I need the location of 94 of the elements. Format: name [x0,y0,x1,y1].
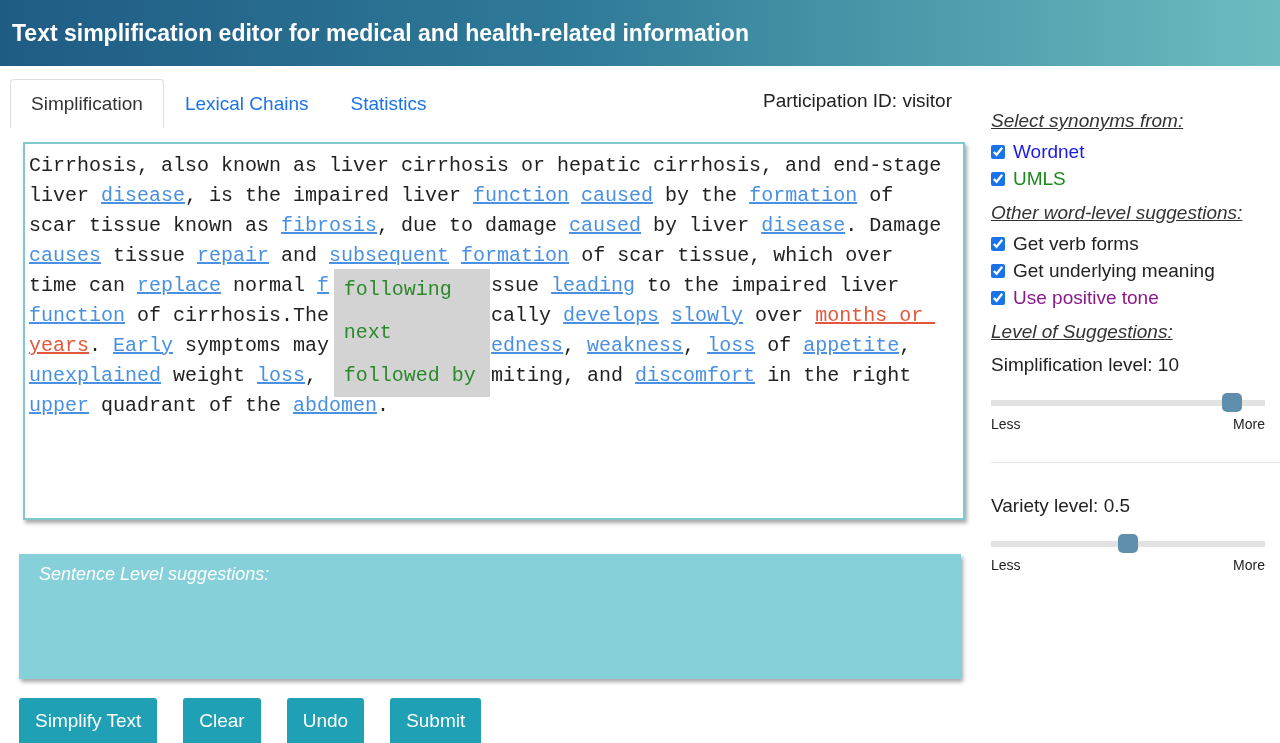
editor-text: . [377,393,390,419]
action-button[interactable]: Clear [183,698,261,743]
editor-text: of scar tissue, which over [580,243,894,269]
suggested-word[interactable]: develops [563,301,660,331]
sentence-suggestions-field[interactable]: Sentence Level suggestions: [19,554,961,679]
app-title: Text simplification editor for medical and health-related information [12,19,749,47]
action-button[interactable]: Simplify Text [19,698,158,743]
editor-text: miting, and [491,363,625,389]
editor-text: . Damage [845,213,942,239]
editor-text: weight [172,363,247,389]
editor-text: over [754,303,805,329]
tab[interactable]: Simplification [10,79,164,128]
suggestion-option[interactable]: next [343,318,480,348]
suggestion-option[interactable]: followed by [343,361,480,391]
suggested-word[interactable]: leading [551,271,636,301]
suggested-word[interactable]: slowly [671,301,744,331]
tab[interactable]: Lexical Chains [163,79,330,128]
editor-text: of cirrhosis.The [136,303,330,329]
editor-text: and [280,243,319,269]
checkbox[interactable] [991,145,1005,159]
editor-text: , due to damage [377,213,559,239]
suggested-word[interactable]: repair [197,241,270,271]
checkbox[interactable] [991,172,1005,186]
suggested-word[interactable]: loss [257,361,306,391]
checkbox-label: Get verb forms [1013,233,1139,255]
checkbox-label: UMLS [1013,168,1066,190]
section-heading: Level of Suggestions: [991,321,1174,343]
suggested-word[interactable]: disease [101,181,186,211]
editor-text: liver [29,183,90,209]
suggested-word[interactable]: disease [761,211,846,241]
suggested-word[interactable]: caused [569,211,642,241]
editor-text: , [563,333,577,359]
suggested-word[interactable]: caused [581,181,654,211]
suggested-word[interactable]: loss [707,331,756,361]
action-button[interactable]: Undo [286,698,365,743]
slider-min-label: Less [991,416,1021,432]
editor-text: , is the impaired liver [185,183,463,209]
suggested-word[interactable]: formation [749,181,858,211]
slider-thumb[interactable] [1222,393,1243,412]
checkbox-label: Wordnet [1013,141,1085,163]
suggested-word[interactable]: causes [29,241,101,271]
editor-text: scar tissue known as [29,213,271,239]
slider-thumb[interactable] [1118,534,1138,553]
suggested-word[interactable]: replace [137,271,222,301]
editor-text: symptoms may [184,333,330,359]
checkbox[interactable] [991,237,1005,251]
editor-text: of [766,333,793,359]
flagged-phrase[interactable]: years [29,331,89,361]
checkbox-label: Use positive tone [1013,287,1159,309]
editor-text: by the [664,183,739,209]
checkbox-label: Get underlying meaning [1013,260,1215,282]
suggested-word[interactable]: weakness [587,331,684,361]
suggested-word[interactable]: function [29,301,125,331]
text-editor[interactable] [23,142,965,520]
suggested-word[interactable]: upper [29,391,89,421]
suggested-word[interactable]: unexplained [29,361,162,391]
flagged-phrase[interactable]: months or [815,301,936,331]
editor-text: time can [29,273,126,299]
suggested-word[interactable]: edness [491,331,564,361]
checkbox[interactable] [991,264,1005,278]
editor-text: of [868,183,894,209]
editor-text: quadrant of the [100,393,283,419]
editor-text: Cirrhosis, also known as liver cirrhosis or hepatic cirrhosis, and end-stage [29,153,942,179]
suggested-word[interactable]: subsequent [329,241,450,271]
editor-text: cally [491,303,553,329]
suggestion-option[interactable]: following [343,275,480,305]
participation-id: Participation ID: visitor [763,90,952,112]
suggested-word[interactable]: formation [461,241,570,271]
suggested-word[interactable]: f [317,271,330,301]
editor-text: in the right [766,363,912,389]
section-heading: Other word-level suggestions: [991,202,1244,224]
editor-text: tissue [112,243,187,269]
tab[interactable]: Statistics [329,79,448,128]
editor-text: , [683,333,697,359]
editor-text: . [89,333,103,359]
checkbox[interactable] [991,291,1005,305]
slider-label: Variety level: 0.5 [991,495,1132,517]
editor-text: , [899,333,912,359]
section-heading: Select synonyms from: [991,110,1185,132]
editor-text: to the impaired liver [646,273,900,299]
editor-text: normal [232,273,307,299]
slider-min-label: Less [991,557,1021,573]
action-button[interactable]: Submit [390,698,482,743]
suggested-word[interactable]: discomfort [635,361,756,391]
slider-max-label: More [1233,416,1265,432]
suggested-word[interactable]: fibrosis [281,211,378,241]
suggested-word[interactable]: appetite [803,331,900,361]
editor-text: ssue [491,273,541,299]
suggested-word[interactable]: function [473,181,570,211]
slider-label: Simplification level: 10 [991,354,1180,376]
slider-max-label: More [1233,557,1265,573]
editor-text: , [305,363,318,389]
suggested-word[interactable]: Early [113,331,174,361]
editor-text: by liver [652,213,751,239]
